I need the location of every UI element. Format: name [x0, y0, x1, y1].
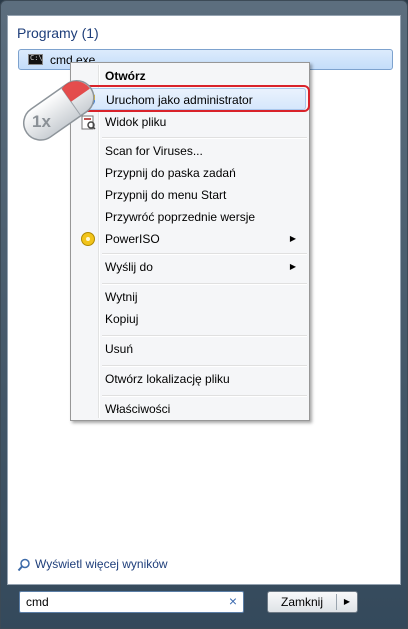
menu-item-cut[interactable]: Wytnij: [74, 286, 306, 308]
submenu-arrow-icon: ▶: [289, 262, 296, 271]
menu-separator: [102, 253, 307, 255]
context-menu: Otwórz Uruchom jako administrator Widok …: [70, 62, 310, 421]
menu-item-scan[interactable]: Scan for Viruses...: [74, 140, 306, 162]
menu-item-file-view[interactable]: Widok pliku: [74, 111, 306, 133]
menu-separator: [102, 335, 307, 337]
shutdown-button-group: Zamknij ▶: [267, 591, 358, 613]
menu-separator: [102, 365, 307, 367]
search-icon: [17, 558, 30, 572]
menu-item-send-to[interactable]: Wyślij do ▶: [74, 256, 306, 278]
menu-item-delete[interactable]: Usuń: [74, 338, 306, 360]
menu-separator: [102, 283, 307, 285]
menu-separator: [102, 395, 307, 397]
section-title: Programy (1): [17, 25, 99, 41]
poweriso-icon: [81, 232, 95, 246]
shutdown-options-arrow-icon[interactable]: ▶: [337, 592, 357, 612]
shutdown-button[interactable]: Zamknij: [268, 592, 336, 612]
submenu-arrow-icon: ▶: [289, 234, 296, 243]
search-input[interactable]: cmd ×: [19, 591, 244, 613]
start-menu: Programy (1) C:\ cmd.exe Otwórz Uruchom …: [0, 0, 408, 629]
menu-item-open-location[interactable]: Otwórz lokalizację pliku: [74, 368, 306, 390]
menu-item-open[interactable]: Otwórz: [74, 65, 306, 87]
menu-item-copy[interactable]: Kopiuj: [74, 308, 306, 330]
menu-item-poweriso[interactable]: PowerISO ▶: [74, 228, 306, 250]
clear-search-icon[interactable]: ×: [229, 593, 237, 609]
menu-item-properties[interactable]: Właściwości: [74, 398, 306, 420]
menu-item-pin-taskbar[interactable]: Przypnij do paska zadań: [74, 162, 306, 184]
menu-item-pin-start[interactable]: Przypnij do menu Start: [74, 184, 306, 206]
menu-separator: [102, 137, 307, 139]
menu-item-restore-versions[interactable]: Przywróć poprzednie wersje: [74, 206, 306, 228]
mouse-icon: 1x: [22, 80, 95, 141]
click-count-label: 1x: [32, 112, 51, 131]
search-input-value: cmd: [26, 595, 49, 609]
highlight-ring: [70, 85, 310, 112]
